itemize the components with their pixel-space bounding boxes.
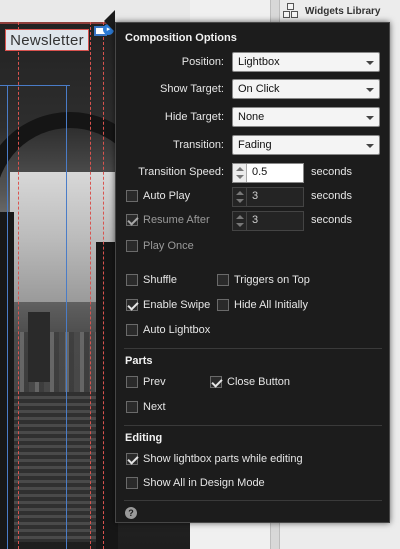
position-dropdown[interactable]: Lightbox bbox=[232, 52, 380, 72]
composition-options-panel: Composition Options Position: Lightbox S… bbox=[115, 22, 390, 523]
resume-after-unit: seconds bbox=[311, 214, 352, 226]
checkbox-box bbox=[210, 376, 222, 388]
parts-title: Parts bbox=[125, 355, 153, 367]
checkbox-box bbox=[126, 376, 138, 388]
stepper-arrows[interactable] bbox=[233, 212, 247, 230]
hide-all-initially-checkbox[interactable]: Hide All Initially bbox=[217, 299, 308, 311]
next-checkbox[interactable]: Next bbox=[126, 401, 166, 413]
hide-target-label: Hide Target: bbox=[164, 111, 224, 123]
show-lightbox-parts-checkbox[interactable]: Show lightbox parts while editing bbox=[126, 453, 303, 465]
resume-after-checkbox[interactable]: Resume After bbox=[126, 214, 210, 226]
auto-play-label: Auto Play bbox=[143, 190, 191, 202]
auto-play-stepper[interactable]: 3 bbox=[232, 187, 304, 207]
transition-speed-unit: seconds bbox=[311, 166, 352, 178]
newsletter-button[interactable]: Newsletter bbox=[5, 29, 89, 51]
hide-target-value: None bbox=[238, 111, 265, 123]
chevron-down-icon bbox=[366, 88, 374, 92]
show-all-design-mode-checkbox[interactable]: Show All in Design Mode bbox=[126, 477, 265, 489]
chevron-down-icon bbox=[366, 116, 374, 120]
shuffle-label: Shuffle bbox=[143, 274, 178, 286]
checkbox-box bbox=[126, 324, 138, 336]
close-button-checkbox[interactable]: Close Button bbox=[210, 376, 290, 388]
chevron-down-icon bbox=[366, 61, 374, 65]
show-lightbox-parts-label: Show lightbox parts while editing bbox=[143, 453, 303, 465]
transition-speed-label: Transition Speed: bbox=[138, 166, 224, 178]
shuffle-checkbox[interactable]: Shuffle bbox=[126, 274, 177, 286]
chevron-down-icon bbox=[366, 144, 374, 148]
arrow-down-icon bbox=[236, 175, 244, 179]
arrow-up-icon bbox=[236, 191, 244, 195]
stepper-arrows[interactable] bbox=[233, 164, 247, 182]
close-button-label: Close Button bbox=[227, 376, 290, 388]
arrow-up-icon bbox=[236, 167, 244, 171]
auto-lightbox-checkbox[interactable]: Auto Lightbox bbox=[126, 324, 210, 336]
guide-line-blue bbox=[7, 85, 8, 549]
prev-label: Prev bbox=[143, 376, 166, 388]
checkbox-box bbox=[126, 274, 138, 286]
stepper-arrows[interactable] bbox=[233, 188, 247, 206]
checkbox-box bbox=[217, 274, 229, 286]
auto-lightbox-label: Auto Lightbox bbox=[143, 324, 211, 336]
checkbox-box bbox=[126, 401, 138, 413]
arrow-down-icon bbox=[236, 199, 244, 203]
show-target-dropdown[interactable]: On Click bbox=[232, 79, 380, 99]
guide-line-blue bbox=[66, 85, 67, 549]
section-divider bbox=[124, 500, 382, 501]
hide-all-initially-label: Hide All Initially bbox=[234, 299, 308, 311]
auto-play-unit: seconds bbox=[311, 190, 352, 202]
help-icon[interactable]: ? bbox=[125, 507, 137, 519]
checkbox-box bbox=[126, 240, 138, 252]
triggers-on-top-checkbox[interactable]: Triggers on Top bbox=[217, 274, 310, 286]
transition-value: Fading bbox=[238, 139, 272, 151]
enable-swipe-checkbox[interactable]: Enable Swipe bbox=[126, 299, 210, 311]
enable-swipe-label: Enable Swipe bbox=[143, 299, 211, 311]
arrow-down-icon bbox=[236, 223, 244, 227]
next-label: Next bbox=[143, 401, 166, 413]
resume-after-stepper[interactable]: 3 bbox=[232, 211, 304, 231]
checkbox-box bbox=[126, 299, 138, 311]
widgets-library-icon bbox=[283, 3, 299, 19]
show-target-value: On Click bbox=[238, 83, 280, 95]
transition-dropdown[interactable]: Fading bbox=[232, 135, 380, 155]
resume-after-value: 3 bbox=[252, 214, 259, 226]
auto-play-checkbox[interactable]: Auto Play bbox=[126, 190, 190, 202]
section-divider bbox=[124, 348, 382, 349]
play-once-label: Play Once bbox=[143, 240, 194, 252]
photo-tower bbox=[28, 312, 50, 382]
auto-play-value: 3 bbox=[252, 190, 259, 202]
prev-checkbox[interactable]: Prev bbox=[126, 376, 166, 388]
checkbox-box bbox=[126, 477, 138, 489]
panel-pointer bbox=[104, 10, 115, 32]
transition-label: Transition: bbox=[173, 139, 224, 151]
checkbox-box bbox=[126, 190, 138, 202]
widgets-library-tab[interactable]: Widgets Library bbox=[283, 3, 380, 19]
guide-line bbox=[90, 22, 91, 549]
hide-target-dropdown[interactable]: None bbox=[232, 107, 380, 127]
position-label: Position: bbox=[181, 56, 224, 68]
guide-line bbox=[103, 22, 104, 549]
widgets-library-label: Widgets Library bbox=[305, 5, 381, 17]
transition-speed-value: 0.5 bbox=[252, 166, 268, 178]
play-once-checkbox[interactable]: Play Once bbox=[126, 240, 194, 252]
transition-speed-stepper[interactable]: 0.5 bbox=[232, 163, 304, 183]
arrow-up-icon bbox=[236, 215, 244, 219]
show-all-design-mode-label: Show All in Design Mode bbox=[143, 477, 265, 489]
guide-line bbox=[18, 22, 19, 549]
guide-line-horizontal bbox=[0, 85, 70, 86]
newsletter-label: Newsletter bbox=[10, 31, 84, 49]
position-value: Lightbox bbox=[238, 56, 280, 68]
editing-title: Editing bbox=[125, 432, 163, 444]
checkbox-box bbox=[126, 453, 138, 465]
checkbox-box bbox=[126, 214, 138, 226]
resume-after-label: Resume After bbox=[143, 214, 210, 226]
show-target-label: Show Target: bbox=[159, 83, 224, 95]
triggers-on-top-label: Triggers on Top bbox=[234, 274, 310, 286]
section-divider bbox=[124, 425, 382, 426]
checkbox-box bbox=[217, 299, 229, 311]
composition-options-title: Composition Options bbox=[125, 32, 237, 44]
